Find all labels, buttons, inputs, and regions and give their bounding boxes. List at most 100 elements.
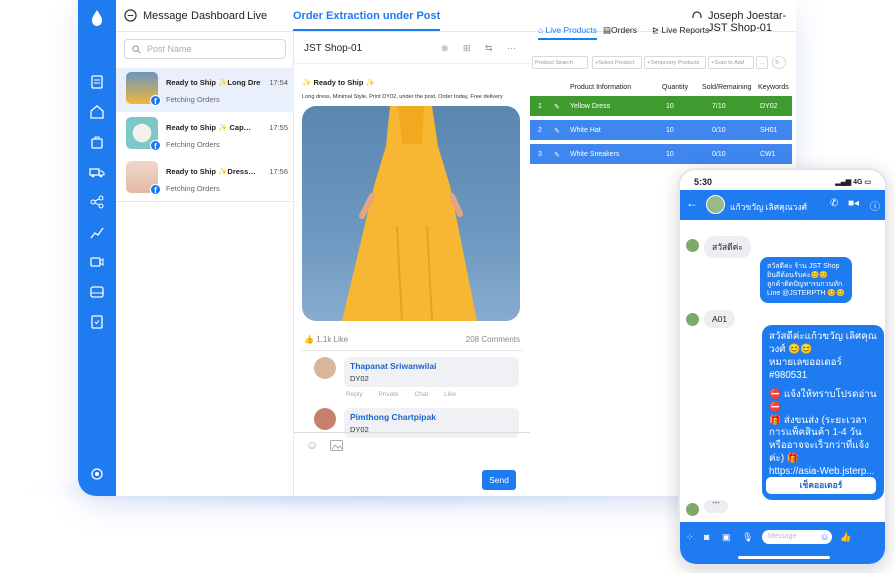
product-search-input[interactable]: Product Search [532, 56, 588, 69]
row-number: 2 [538, 127, 542, 134]
post-status: Fetching Orders [166, 184, 220, 193]
message-line: หมายเลขออเดอร์ #980531 [769, 356, 842, 381]
comment-bubble: Pimthong Chartpipak DY02 [344, 408, 519, 438]
avatar [706, 195, 725, 214]
shop-name: JST Shop-01 [304, 43, 363, 54]
edit-icon[interactable]: ✎ [554, 151, 560, 159]
account-name[interactable]: Joseph Joestar-JST Shop-01 [708, 10, 796, 34]
gallery-icon[interactable]: ▣ [722, 532, 731, 543]
facebook-icon: f [150, 140, 161, 151]
product-name: White Sneakers [570, 151, 620, 158]
list-item[interactable]: f Ready to Ship ✨Long Dress… 17:54 Fetch… [116, 68, 294, 112]
mic-icon[interactable]: 🎙 [742, 532, 753, 543]
quantity: 10 [666, 127, 674, 134]
table-row[interactable]: 3 ✎ White Sneakers 10 0/10 CW1 [530, 144, 792, 164]
avatar [314, 357, 336, 379]
store-icon[interactable] [89, 104, 105, 120]
document-icon[interactable] [89, 74, 105, 90]
post-list-panel: Post Name f Ready to Ship ✨Long Dress… 1… [116, 32, 294, 496]
product-name: White Hat [570, 127, 601, 134]
headset-icon [692, 11, 702, 18]
video-call-icon[interactable]: ■◂ [848, 198, 859, 209]
inbox-icon[interactable] [89, 284, 105, 300]
search-placeholder: Post Name [147, 44, 192, 54]
emoji-icon[interactable]: ☺ [820, 532, 829, 542]
video-icon[interactable] [89, 254, 105, 270]
comment-text: DY02 [350, 374, 369, 383]
commenter-name[interactable]: Thapanat Sriwanwilai [350, 361, 513, 371]
facebook-icon: f [150, 184, 161, 195]
edit-icon[interactable]: ✎ [554, 103, 560, 111]
truck-icon[interactable] [89, 164, 105, 180]
settings-icon[interactable] [89, 466, 105, 482]
refresh-icon[interactable]: ↻ [772, 56, 786, 69]
select-product-button[interactable]: +Select Product [592, 56, 642, 69]
post-status: Fetching Orders [166, 140, 220, 149]
message-line: สวัสดีค่ะแก้วขวัญ เลิศคุณวงศ์ 😊😊 [769, 331, 877, 355]
check-order-button[interactable]: เช็คออเดอร์ [766, 477, 876, 494]
app-logo-icon [92, 10, 102, 26]
message-icon [124, 9, 137, 22]
keyword: SH01 [760, 127, 778, 134]
facebook-icon: f [150, 95, 161, 106]
camera-icon[interactable]: ◙ [704, 532, 709, 542]
post-title: Ready to Ship ✨Dress… [166, 167, 256, 176]
comment-count[interactable]: 208 Comments [466, 335, 520, 344]
scan-to-add-button[interactable]: +Scan to Add [708, 56, 754, 69]
edit-icon[interactable]: ✎ [554, 127, 560, 135]
image-icon[interactable] [330, 440, 343, 451]
temporary-products-button[interactable]: +Temporary Products [644, 56, 706, 69]
apps-icon[interactable]: ⁘ [686, 532, 694, 543]
share-icon[interactable] [89, 194, 105, 210]
send-button[interactable]: Send [482, 470, 516, 490]
post-actions-icons[interactable]: ⊗ ⊞ ⇆ ⋯ [441, 43, 522, 54]
table-row[interactable]: 1 ✎ Yellow Dress 10 7/10 DY02 [530, 96, 792, 116]
chat-input-bar: ⁘ ◙ ▣ 🎙 Message ☺ 👍 [680, 522, 885, 564]
post-search-input[interactable]: Post Name [124, 39, 286, 59]
column-keywords: Keywords [758, 84, 789, 91]
post-title: Ready to Ship ✨ Cap… [166, 123, 252, 132]
comment-actions[interactable]: Reply Private Chat Like [346, 391, 456, 398]
list-item[interactable]: f Ready to Ship ✨Dress… 17:56 Fetching O… [116, 157, 294, 201]
message-line: 🎁 ส่งขนส่ง (ระยะเวลาการแพ็คสินค้า 1-4 วั… [769, 414, 870, 465]
phone-icon[interactable]: ✆ [830, 198, 838, 209]
list-item[interactable]: f Ready to Ship ✨ Cap… 17:55 Fetching Or… [116, 113, 294, 157]
avatar [686, 503, 699, 516]
nav-live[interactable]: Live [247, 10, 267, 22]
nav-order-extraction[interactable]: Order Extraction under Post [293, 10, 441, 31]
comment-bubble: Thapanat Sriwanwilai DY02 [344, 357, 519, 387]
post-time: 17:54 [269, 78, 288, 87]
nav-dashboard[interactable]: Dashboard [191, 10, 245, 22]
info-icon[interactable]: ⓘ [870, 198, 880, 213]
emoji-icon[interactable]: ☺ [306, 438, 318, 452]
back-icon[interactable]: ← [686, 196, 698, 210]
avatar [314, 408, 336, 430]
thumbs-up-icon[interactable]: 👍 [840, 532, 851, 543]
nav-message[interactable]: Message [143, 10, 188, 22]
quantity: 10 [666, 103, 674, 110]
phone-messenger: 5:30 ▂▄▆ 4G ▭ ← แก้วขวัญ เลิศคุณวงศ์ ✆ ■… [678, 168, 887, 566]
incoming-message: A01 [704, 310, 736, 328]
tab-live-products[interactable]: ⌂ Live Products [538, 25, 597, 40]
composer-divider [294, 432, 530, 433]
column-sold-remaining: Sold/Remaining [702, 84, 752, 91]
typing-indicator: ••• [704, 500, 728, 513]
table-row[interactable]: 2 ✎ White Hat 10 0/10 SH01 [530, 120, 792, 140]
bag-icon[interactable] [89, 134, 105, 150]
chart-icon[interactable] [89, 224, 105, 240]
message-line: ⛔ แจ้งให้ทราบโปรดอ่าน ⛔ [769, 388, 877, 413]
more-button[interactable]: … [756, 56, 768, 69]
yellow-dress-illustration [342, 106, 477, 321]
sold-remaining: 7/10 [712, 103, 726, 110]
sold-remaining: 0/10 [712, 127, 726, 134]
post-time: 17:56 [269, 167, 288, 176]
tab-orders[interactable]: ▤Orders [603, 25, 637, 36]
notes-icon[interactable] [89, 314, 105, 330]
like-count[interactable]: 👍 1.1k Like [304, 335, 348, 344]
divider [302, 350, 522, 351]
post-title: Ready to Ship ✨Long Dress… [166, 78, 261, 87]
commenter-name[interactable]: Pimthong Chartpipak [350, 412, 513, 422]
tab-live-reports[interactable]: ⊵ Live Reports [652, 25, 709, 36]
post-header: JST Shop-01 ⊗ ⊞ ⇆ ⋯ [294, 32, 530, 64]
avatar [686, 239, 699, 252]
